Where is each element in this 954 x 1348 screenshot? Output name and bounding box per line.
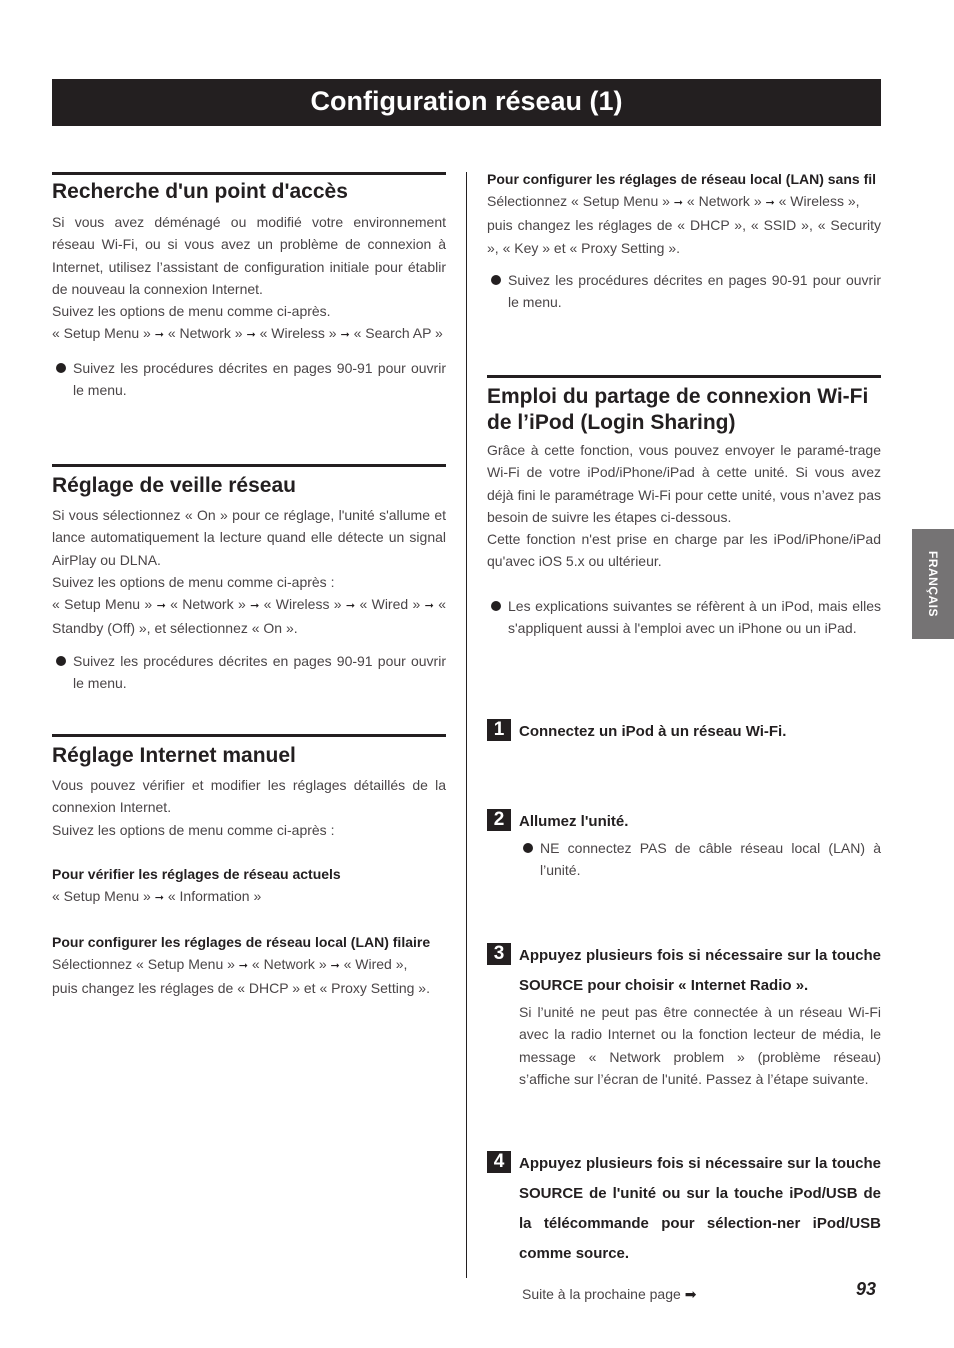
paragraph: puis changez les réglages de « DHCP » et…	[52, 980, 430, 997]
paragraph: Suivez les options de menu comme ci-aprè…	[52, 573, 335, 590]
step-3: 3 Appuyez plusieurs fois si nécessaire s…	[487, 941, 881, 1090]
step-body: Si l’unité ne peut pas être connectée à …	[519, 1004, 881, 1087]
subheading: Pour configurer les réglages de réseau l…	[487, 171, 877, 187]
bullet-item: Suivez les procédures décrites en pages …	[52, 650, 446, 695]
column-divider	[466, 172, 467, 1278]
paragraph: Grâce à cette fonction, vous pouvez envo…	[487, 442, 881, 525]
section-heading: Recherche d'un point d'accès	[52, 180, 348, 203]
page-title-bar: Configuration réseau (1)	[52, 79, 881, 126]
bullet-icon	[491, 274, 501, 285]
step-title: Appuyez plusieurs fois si nécessaire sur…	[519, 1155, 881, 1262]
arrow-right-icon: ➞	[345, 600, 356, 613]
section-access-point-search: Recherche d'un point d'accès Si vous ave…	[52, 172, 446, 401]
section-wireless-lan: Pour configurer les réglages de réseau l…	[487, 168, 881, 313]
step-number-badge: 2	[487, 809, 511, 831]
subheading: Pour configurer les réglages de réseau l…	[52, 934, 431, 951]
arrow-right-icon: ➞	[673, 197, 684, 209]
arrow-right-icon: ➞	[250, 600, 260, 613]
bullet-item: Les explications suivantes se réfèrent à…	[487, 595, 881, 640]
menu-path: Sélectionnez « Setup Menu » ➞ « Network …	[487, 190, 881, 214]
step-number-badge: 3	[487, 943, 511, 965]
page-number: 93	[856, 1279, 877, 1299]
step-number-badge: 4	[487, 1151, 511, 1173]
paragraph: Si vous sélectionnez « On » pour ce régl…	[52, 507, 446, 568]
subheading: Pour vérifier les réglages de réseau act…	[52, 865, 341, 882]
bullet-icon	[56, 362, 66, 373]
menu-path: Sélectionnez « Setup Menu » ➞ « Network …	[52, 953, 446, 977]
menu-path: « Setup Menu » ➞ « Information »	[52, 885, 446, 909]
section-network-standby: Réglage de veille réseau Si vous sélecti…	[52, 464, 446, 694]
paragraph: Suivez les options de menu comme ci-aprè…	[52, 821, 335, 838]
paragraph: Suivez les options de menu comme ci-aprè…	[52, 303, 331, 320]
step-1: 1 Connectez un iPod à un réseau Wi-Fi.	[487, 717, 881, 747]
arrow-right-icon: ➞	[154, 329, 164, 342]
bullet-item: Suivez les procédures décrites en pages …	[487, 269, 881, 314]
step-number-badge: 1	[487, 719, 511, 741]
section-heading: Emploi du partage de connexion Wi-Fi de …	[487, 385, 869, 434]
step-title: Allumez l'unité.	[519, 813, 629, 830]
section-heading: Réglage de veille réseau	[52, 474, 296, 497]
language-tab: FRANÇAIS	[912, 529, 954, 639]
paragraph: Vous pouvez vérifier et modifier les rég…	[52, 777, 446, 816]
paragraph: Si vous avez déménagé ou modifié votre e…	[52, 214, 446, 297]
arrow-right-icon: ➞	[238, 960, 249, 973]
arrow-right-icon: ➞	[424, 600, 434, 613]
bullet-item: Suivez les procédures décrites en pages …	[52, 357, 446, 402]
arrow-right-icon: ➞	[246, 329, 256, 342]
bullet-icon	[491, 600, 501, 611]
arrow-right-icon: ➞	[156, 600, 166, 613]
page-title: Configuration réseau (1)	[310, 86, 623, 116]
arrow-right-icon: ➞	[340, 329, 350, 342]
section-manual-internet: Réglage Internet manuel Vous pouvez véri…	[52, 734, 446, 1000]
step-title: Appuyez plusieurs fois si nécessaire sur…	[519, 947, 881, 994]
step-title: Connectez un iPod à un réseau Wi-Fi.	[519, 723, 787, 740]
arrow-right-icon: ➞	[330, 960, 340, 973]
language-label: FRANÇAIS	[926, 551, 940, 617]
bullet-item: NE connectez PAS de câble réseau local (…	[519, 837, 881, 882]
bullet-icon	[523, 843, 533, 853]
arrow-right-icon: ➞	[765, 197, 775, 209]
paragraph: Cette fonction n'est prise en charge par…	[487, 531, 881, 570]
menu-path: « Setup Menu » ➞ « Network » ➞ « Wireles…	[52, 596, 447, 637]
paragraph: puis changez les réglages de « DHCP », «…	[487, 217, 881, 256]
menu-path: « Setup Menu » ➞ « Network » ➞ « Wireles…	[52, 322, 446, 346]
step-2: 2 Allumez l'unité. NE connectez PAS de c…	[487, 807, 881, 882]
arrow-right-icon: ➡	[684, 1286, 697, 1302]
arrow-right-icon: ➞	[154, 891, 164, 904]
continued-note: Suite à la prochaine page ➡	[522, 1286, 697, 1302]
section-login-sharing: Emploi du partage de connexion Wi-Fi de …	[487, 375, 881, 639]
step-4: 4 Appuyez plusieurs fois si nécessaire s…	[487, 1149, 881, 1269]
section-heading: Réglage Internet manuel	[52, 744, 296, 767]
bullet-icon	[56, 655, 66, 666]
